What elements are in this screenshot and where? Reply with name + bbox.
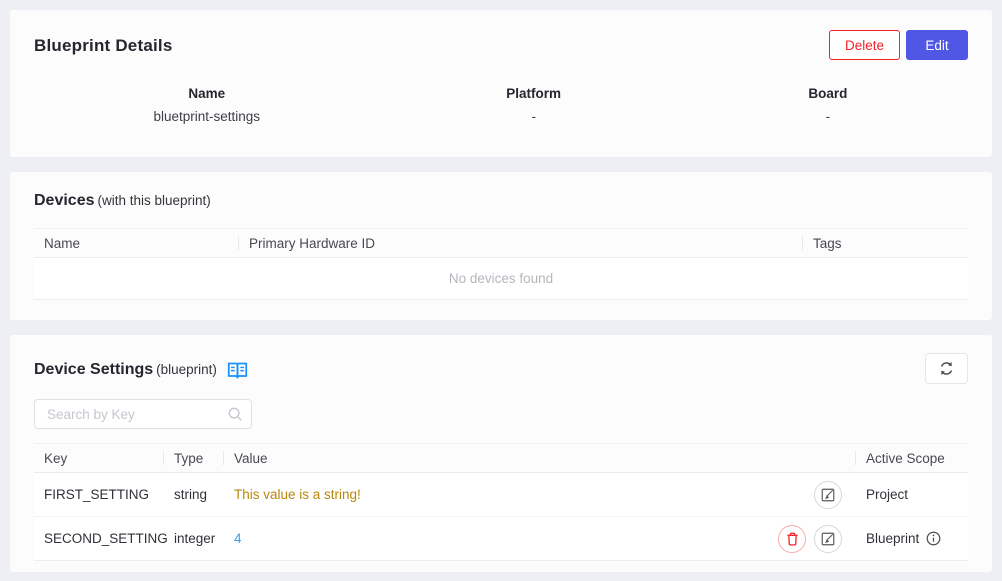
settings-col-scope: Active Scope bbox=[856, 444, 968, 472]
active-scope-value: Blueprint bbox=[866, 531, 919, 546]
field-board-label: Board bbox=[688, 86, 968, 101]
field-name-label: Name bbox=[34, 86, 380, 101]
active-scope-cell: Project bbox=[856, 487, 968, 502]
search-icon bbox=[227, 406, 243, 427]
edit-setting-button[interactable] bbox=[814, 525, 842, 553]
active-scope-value: Project bbox=[866, 487, 908, 502]
refresh-button[interactable] bbox=[925, 353, 968, 384]
devices-subtitle: (with this blueprint) bbox=[98, 193, 211, 208]
edit-setting-button[interactable] bbox=[814, 481, 842, 509]
delete-button[interactable]: Delete bbox=[829, 30, 900, 60]
devices-table-header: Name Primary Hardware ID Tags bbox=[34, 228, 968, 258]
setting-key: SECOND_SETTING bbox=[34, 531, 164, 546]
device-settings-card: Device Settings(blueprint) bbox=[10, 335, 992, 572]
setting-type: integer bbox=[164, 531, 224, 546]
field-board: Board - bbox=[688, 86, 968, 124]
docs-book-icon[interactable] bbox=[227, 362, 248, 379]
delete-setting-button[interactable] bbox=[778, 525, 806, 553]
settings-table-header: Key Type Value Active Scope bbox=[34, 443, 968, 473]
blueprint-details-card: Blueprint Details Delete Edit Name bluet… bbox=[10, 10, 992, 157]
setting-key: FIRST_SETTING bbox=[34, 487, 164, 502]
settings-col-value: Value bbox=[224, 444, 856, 472]
devices-title-text: Devices bbox=[34, 192, 95, 209]
field-platform-label: Platform bbox=[380, 86, 688, 101]
devices-card: Devices(with this blueprint) Name Primar… bbox=[10, 172, 992, 320]
blueprint-fields: Name bluetprint-settings Platform - Boar… bbox=[34, 86, 968, 124]
field-board-value: - bbox=[688, 109, 968, 124]
setting-value[interactable]: This value is a string! bbox=[234, 487, 361, 502]
field-platform: Platform - bbox=[380, 86, 688, 124]
setting-type: string bbox=[164, 487, 224, 502]
devices-col-hwid: Primary Hardware ID bbox=[239, 229, 803, 257]
settings-col-key: Key bbox=[34, 444, 164, 472]
search-input[interactable] bbox=[34, 399, 252, 429]
header-actions: Delete Edit bbox=[829, 30, 968, 60]
page: Blueprint Details Delete Edit Name bluet… bbox=[0, 0, 1002, 581]
setting-row-second: SECOND_SETTING integer 4 bbox=[34, 517, 968, 561]
devices-title: Devices(with this blueprint) bbox=[34, 192, 968, 210]
page-title: Blueprint Details bbox=[34, 30, 172, 56]
devices-table: Name Primary Hardware ID Tags No devices… bbox=[34, 228, 968, 300]
settings-col-type: Type bbox=[164, 444, 224, 472]
settings-table: Key Type Value Active Scope FIRST_SETTIN… bbox=[34, 443, 968, 561]
field-name-value: bluetprint-settings bbox=[34, 109, 380, 124]
devices-col-name: Name bbox=[34, 229, 239, 257]
field-name: Name bluetprint-settings bbox=[34, 86, 380, 124]
field-platform-value: - bbox=[380, 109, 688, 124]
devices-col-tags: Tags bbox=[803, 229, 968, 257]
setting-value[interactable]: 4 bbox=[234, 531, 242, 546]
device-settings-subtitle: (blueprint) bbox=[156, 362, 217, 377]
sync-icon bbox=[938, 360, 955, 377]
search-box bbox=[34, 399, 252, 429]
device-settings-title-text: Device Settings bbox=[34, 361, 153, 378]
edit-button[interactable]: Edit bbox=[906, 30, 968, 60]
active-scope-cell: Blueprint bbox=[856, 531, 968, 546]
setting-row-first: FIRST_SETTING string This value is a str… bbox=[34, 473, 968, 517]
info-icon[interactable] bbox=[926, 531, 941, 546]
devices-empty-message: No devices found bbox=[34, 258, 968, 300]
device-settings-title: Device Settings(blueprint) bbox=[34, 361, 217, 379]
